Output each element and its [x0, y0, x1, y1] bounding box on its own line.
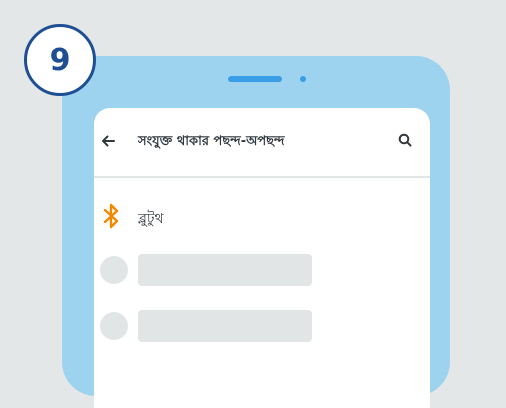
bluetooth-icon [103, 203, 119, 229]
page-title: সংযুক্ত থাকার পছন্দ-অপছন্দ [138, 134, 285, 149]
phone-camera [300, 76, 306, 82]
back-arrow-icon[interactable] [100, 133, 116, 149]
app-bar: সংযুক্ত থাকার পছন্দ-অপছন্দ [94, 108, 430, 178]
step-number-badge: 9 [24, 24, 96, 96]
bluetooth-list-item[interactable]: ব্লুটুথ [94, 198, 430, 234]
phone-screen: সংযুক্ত থাকার পছন্দ-অপছন্দ ব্লুটুথ [94, 108, 430, 408]
placeholder-icon [100, 312, 128, 340]
placeholder-label [138, 310, 312, 342]
placeholder-label [138, 254, 312, 286]
placeholder-list-item [94, 254, 430, 286]
phone-speaker [228, 76, 282, 82]
search-icon[interactable] [398, 133, 412, 147]
placeholder-icon [100, 256, 128, 284]
step-number: 9 [49, 42, 71, 78]
bluetooth-label: ব্লুটুথ [138, 211, 164, 227]
phone-frame: সংযুক্ত থাকার পছন্দ-অপছন্দ ব্লুটুথ [62, 56, 450, 408]
placeholder-list-item [94, 310, 430, 342]
